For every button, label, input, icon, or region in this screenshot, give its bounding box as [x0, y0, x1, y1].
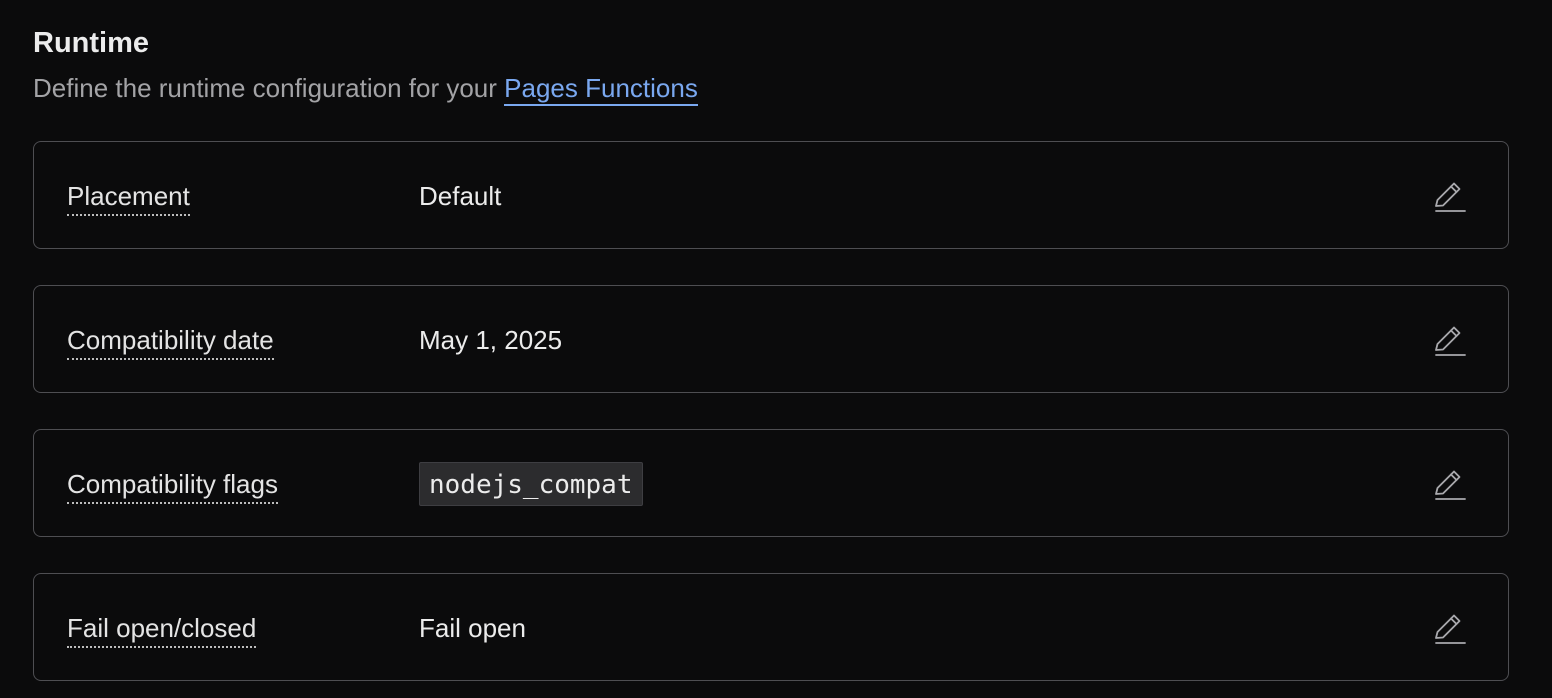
setting-label-compatibility-flags[interactable]: Compatibility flags: [67, 466, 278, 504]
edit-compatibility-date-button[interactable]: [1432, 322, 1468, 358]
edit-compatibility-flags-button[interactable]: [1432, 466, 1468, 502]
setting-label-placement[interactable]: Placement: [67, 178, 190, 216]
setting-card-compatibility-date: Compatibility date May 1, 2025: [33, 285, 1509, 393]
setting-card-fail-open-closed: Fail open/closed Fail open: [33, 573, 1509, 681]
pencil-icon: [1435, 614, 1466, 644]
setting-value-fail-open-closed: Fail open: [419, 613, 526, 643]
compatibility-flag-code: nodejs_compat: [419, 462, 643, 506]
setting-label-fail-open-closed[interactable]: Fail open/closed: [67, 610, 257, 648]
setting-card-compatibility-flags: Compatibility flags nodejs_compat: [33, 429, 1509, 537]
edit-fail-open-closed-button[interactable]: [1432, 610, 1468, 646]
setting-card-placement: Placement Default: [33, 141, 1509, 249]
subtitle-text: Define the runtime configuration for you…: [33, 73, 497, 103]
setting-value-placement: Default: [419, 181, 502, 211]
pencil-icon: [1435, 470, 1466, 500]
pages-functions-link[interactable]: Pages Functions: [504, 73, 698, 106]
section-title: Runtime: [33, 27, 149, 59]
setting-value-compatibility-date: May 1, 2025: [419, 325, 563, 355]
pencil-icon: [1435, 182, 1466, 212]
edit-placement-button[interactable]: [1432, 178, 1468, 214]
pencil-icon: [1435, 326, 1466, 356]
section-subtitle: Define the runtime configuration for you…: [33, 70, 698, 106]
setting-label-compatibility-date[interactable]: Compatibility date: [67, 322, 274, 360]
